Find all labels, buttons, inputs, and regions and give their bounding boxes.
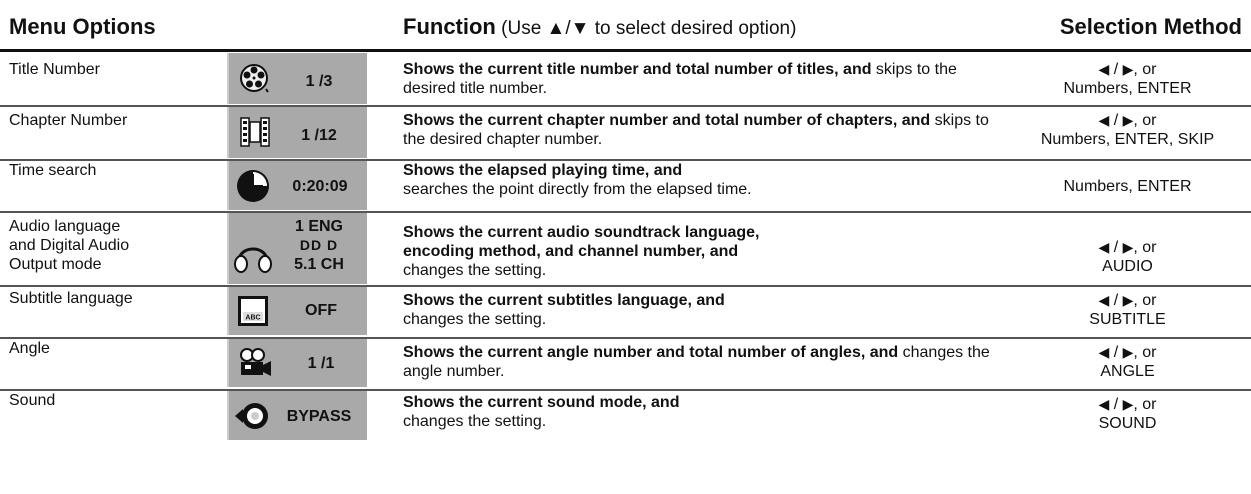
function-sound: Shows the current sound mode, and changes… xyxy=(403,394,680,430)
option-sound: Sound xyxy=(9,392,56,409)
right-arrow-icon: ▶ xyxy=(1122,292,1134,308)
left-arrow-icon: ◀ xyxy=(1098,61,1110,77)
svg-text:ABC: ABC xyxy=(245,315,260,322)
option-title-number: Title Number xyxy=(9,61,100,78)
function-time-search: Shows the elapsed playing time, and searc… xyxy=(403,162,752,198)
right-arrow-icon: ▶ xyxy=(1122,61,1134,77)
menu-options-table: Menu Options Function (Use ▲/▼ to select… xyxy=(0,0,1251,494)
header-menu-options: Menu Options xyxy=(9,14,156,39)
display-angle: 1 /1 xyxy=(227,339,367,387)
function-audio-language: Shows the current audio soundtrack langu… xyxy=(403,224,760,279)
clock-icon xyxy=(237,170,269,202)
display-sound: BYPASS xyxy=(227,391,367,440)
left-arrow-icon: ◀ xyxy=(1098,292,1110,308)
left-arrow-icon: ◀ xyxy=(1098,112,1110,128)
selection-subtitle-language: ◀ / ▶, or SUBTITLE xyxy=(1089,292,1166,328)
subtitle-abc-icon: ABC xyxy=(238,296,268,326)
option-angle: Angle xyxy=(9,340,50,357)
left-arrow-icon: ◀ xyxy=(1098,239,1110,255)
selection-chapter-number: ◀ / ▶, or Numbers, ENTER, SKIP xyxy=(1040,112,1215,148)
header-function: Function (Use ▲/▼ to select desired opti… xyxy=(403,14,797,39)
right-arrow-icon: ▶ xyxy=(1122,112,1134,128)
row-divider xyxy=(0,211,1251,213)
film-reel-icon xyxy=(240,64,269,93)
speaker-icon xyxy=(235,403,268,429)
display-value: 1 /12 xyxy=(301,127,337,144)
right-arrow-icon: ▶ xyxy=(1122,344,1134,360)
selection-angle: ◀ / ▶, or ANGLE xyxy=(1098,344,1157,380)
row-divider xyxy=(0,389,1251,391)
display-value: 1 /1 xyxy=(307,355,335,372)
header-function-note: (Use ▲/▼ to select desired option) xyxy=(495,18,797,39)
display-chapter-number: 1 /12 xyxy=(227,107,367,158)
function-chapter-number: Shows the current chapter number and tot… xyxy=(403,112,989,148)
right-arrow-icon: ▶ xyxy=(1122,239,1134,255)
display-time-search: 0:20:09 xyxy=(227,161,367,210)
selection-audio-language: ◀ / ▶, or AUDIO xyxy=(1098,239,1157,275)
display-audio-language: 1 ENG DD D 5.1 CH xyxy=(227,213,367,284)
left-arrow-icon: ◀ xyxy=(1098,344,1110,360)
selection-title-number: ◀ / ▶, or Numbers, ENTER xyxy=(1063,61,1192,97)
function-angle: Shows the current angle number and total… xyxy=(403,344,990,380)
left-arrow-icon: ◀ xyxy=(1098,396,1110,412)
function-title-number: Shows the current title number and total… xyxy=(403,61,957,97)
headphones-icon xyxy=(234,247,272,273)
selection-time-search: Numbers, ENTER xyxy=(1063,178,1192,195)
selection-sound: ◀ / ▶, or SOUND xyxy=(1098,396,1157,432)
option-subtitle-language: Subtitle language xyxy=(9,290,133,307)
right-arrow-icon: ▶ xyxy=(1122,396,1134,412)
option-time-search: Time search xyxy=(9,162,97,179)
camera-icon xyxy=(240,348,271,376)
row-divider xyxy=(0,337,1251,339)
display-value: 0:20:09 xyxy=(292,178,348,195)
display-value: OFF xyxy=(305,302,337,319)
row-divider xyxy=(0,285,1251,287)
display-value: 1 /3 xyxy=(305,73,333,90)
function-subtitle-language: Shows the current subtitles language, an… xyxy=(403,292,725,328)
film-strip-icon xyxy=(240,117,270,147)
header-rule xyxy=(0,49,1251,52)
header-selection-method: Selection Method xyxy=(1059,14,1242,39)
row-divider xyxy=(0,105,1251,107)
display-value: 1 ENG DD D 5.1 CH xyxy=(294,218,344,273)
option-chapter-number: Chapter Number xyxy=(9,112,128,129)
display-value: BYPASS xyxy=(286,408,352,425)
display-title-number: 1 /3 xyxy=(227,53,367,104)
display-subtitle-language: ABC OFF xyxy=(227,287,367,335)
option-audio-language: Audio language and Digital Audio Output mo… xyxy=(9,218,130,273)
